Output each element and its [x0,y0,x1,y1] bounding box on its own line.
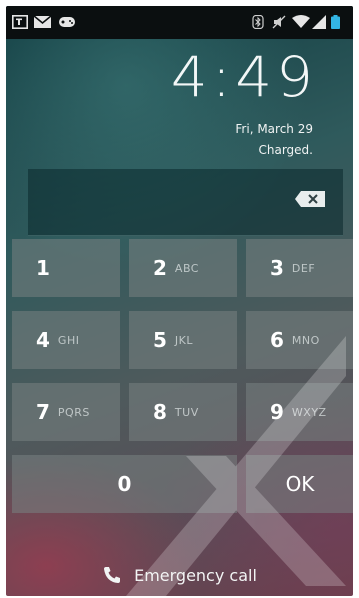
key-letters: JKL [174,333,194,347]
key-2[interactable]: 2 ABC [129,239,237,297]
mail-icon [34,15,51,28]
key-5[interactable]: 5 JKL [129,311,237,369]
key-number: 6 [270,328,284,352]
battery-status-text: Charged. [258,143,314,157]
key-6[interactable]: 6 MNO [246,311,353,369]
key-9[interactable]: 9 WXYZ [246,383,353,441]
signal-icon [312,15,326,29]
lock-screen: 4:49 Fri, March 29 Charged. 1 2 ABC 3 DE… [6,6,353,596]
key-number: 1 [36,256,50,280]
status-bar [6,6,353,39]
key-letters: ABC [174,261,199,275]
key-letters: DEF [291,261,316,275]
game-controller-icon [59,17,75,27]
key-letters: GHI [57,333,80,347]
key-number: 7 [36,400,50,424]
ok-button[interactable]: OK [246,455,353,513]
battery-icon [331,15,340,29]
key-3[interactable]: 3 DEF [246,239,353,297]
key-letters: TUV [174,405,199,419]
key-number: 2 [153,256,167,280]
key-1[interactable]: 1 [12,239,120,297]
key-4[interactable]: 4 GHI [12,311,120,369]
key-7[interactable]: 7 PQRS [12,383,120,441]
screen-icon [12,15,28,29]
key-number: 5 [153,328,167,352]
key-number: 8 [153,400,167,424]
key-number: 4 [36,328,50,352]
backspace-icon[interactable] [295,191,325,207]
wifi-icon [292,15,310,28]
key-letters: MNO [291,333,320,347]
emergency-call-button[interactable]: Emergency call [6,562,353,588]
key-number: 9 [270,400,284,424]
key-letters: PQRS [57,405,90,419]
date-text: Fri, March 29 [235,122,313,136]
emergency-call-label: Emergency call [134,565,257,585]
ok-label: OK [285,472,315,496]
pin-entry-field[interactable] [28,169,343,236]
no-sound-icon [272,15,286,29]
key-number: 3 [270,256,284,280]
key-number: 0 [117,472,132,496]
key-letters: WXYZ [291,405,327,419]
key-8[interactable]: 8 TUV [129,383,237,441]
phone-icon [104,567,121,583]
bluetooth-icon [252,15,264,29]
key-0[interactable]: 0 [12,455,237,513]
clock-time: 4:49 [170,44,317,110]
